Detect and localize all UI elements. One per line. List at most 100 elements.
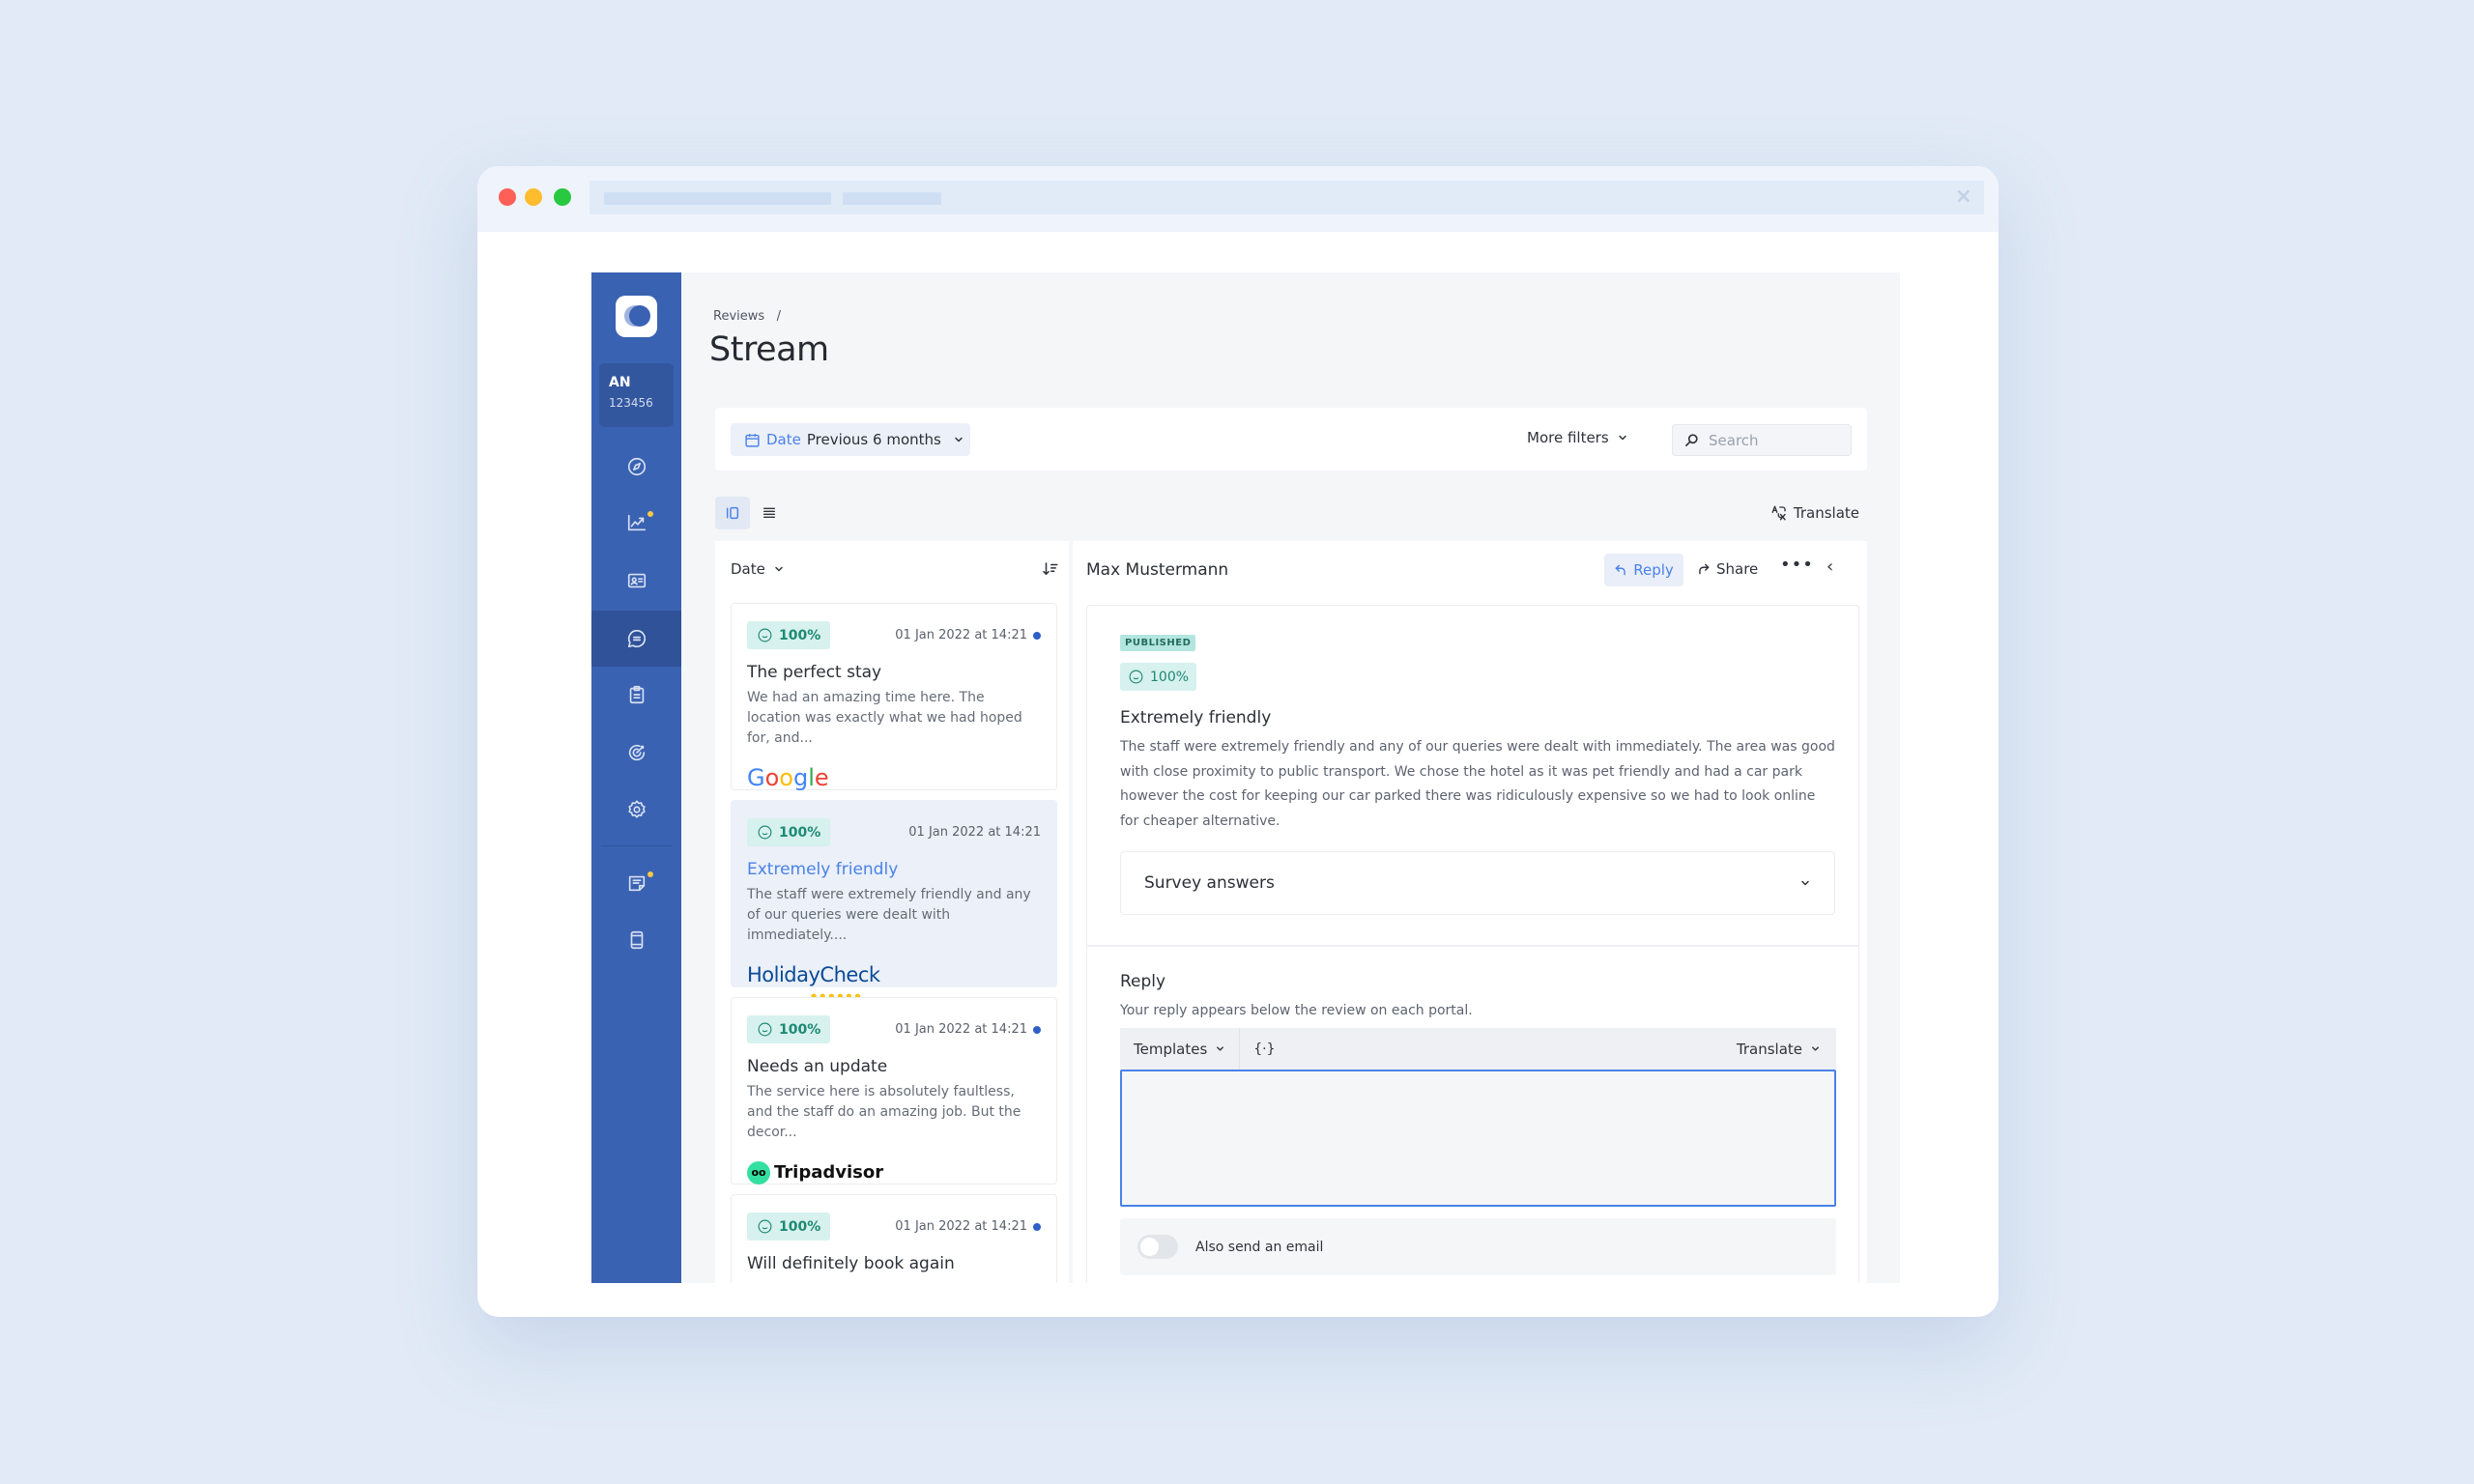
date-filter-value: Previous 6 months [806, 431, 941, 448]
search-input[interactable]: Search [1672, 424, 1852, 456]
sort-field-label: Date [731, 560, 765, 578]
account-switcher[interactable]: AN 123456 [599, 363, 674, 427]
sidebar-item-settings[interactable] [591, 782, 681, 838]
review-card[interactable]: 100% 01 Jan 2022 at 14:21 Will definitel… [731, 1194, 1057, 1283]
id-card-icon [627, 573, 646, 588]
account-initials: AN [609, 375, 631, 390]
reply-section-title: Reply [1120, 972, 1166, 991]
sidebar-item-notes[interactable] [591, 855, 681, 911]
clipboard-icon [629, 685, 644, 704]
reply-translate-label: Translate [1736, 1040, 1802, 1058]
review-list-panel: Date 100% 01 Jan 2022 at 14:21 The perfe… [715, 541, 1069, 1283]
review-excerpt: The staff were extremely friendly and an… [747, 887, 1031, 943]
source-logo-tripadvisor: oo Tripadvisor [747, 1158, 1041, 1187]
minimize-window-button[interactable] [525, 188, 542, 206]
translate-button[interactable]: Translate [1770, 504, 1859, 522]
reply-section-subtitle: Your reply appears below the review on e… [1120, 1003, 1473, 1018]
send-email-toggle[interactable] [1137, 1235, 1178, 1259]
reviewer-name: Max Mustermann [1086, 560, 1229, 580]
split-view-toggle[interactable] [715, 497, 750, 529]
review-date: 01 Jan 2022 at 14:21 [895, 1022, 1041, 1037]
share-arrow-icon [1699, 563, 1710, 575]
send-email-label: Also send an email [1195, 1239, 1324, 1255]
source-name: Tripadvisor [774, 1162, 884, 1183]
toggle-knob [1140, 1238, 1159, 1256]
close-tab-icon[interactable]: × [1955, 185, 1972, 210]
gear-icon [627, 800, 646, 818]
source-logo-google: Google [747, 764, 829, 791]
chevron-down-icon [1217, 1046, 1224, 1051]
review-date: 01 Jan 2022 at 14:21 [908, 825, 1041, 840]
review-title: Needs an update [747, 1057, 888, 1076]
notification-badge [647, 511, 653, 517]
breadcrumb-separator: / [776, 309, 781, 324]
smiley-icon [758, 825, 772, 840]
sidebar-item-explore[interactable] [591, 439, 681, 495]
tripadvisor-owl-icon: oo [747, 1161, 770, 1184]
split-view-icon [726, 506, 739, 520]
maximize-window-button[interactable] [554, 188, 571, 206]
notification-badge [647, 871, 653, 877]
more-options-button[interactable]: ••• [1780, 555, 1814, 575]
sidebar-item-reviews[interactable] [591, 611, 681, 667]
survey-answers-label: Survey answers [1144, 873, 1275, 893]
sort-field-dropdown[interactable]: Date [731, 560, 785, 578]
review-title: Will definitely book again [747, 1254, 955, 1273]
sentiment-score-badge: 100% [747, 621, 831, 649]
reply-translate-dropdown[interactable]: Translate [1737, 1041, 1836, 1058]
list-view-toggle[interactable] [752, 497, 787, 529]
reply-button[interactable]: Reply [1604, 554, 1683, 586]
account-id: 123456 [609, 396, 653, 410]
insert-variable-button[interactable]: {·} [1240, 1042, 1288, 1057]
collapse-panel-button[interactable]: ‹ [1827, 556, 1833, 577]
more-filters-button[interactable]: More filters [1527, 429, 1628, 446]
address-bar[interactable]: × [590, 181, 1984, 214]
breadcrumb-reviews-link[interactable]: Reviews [713, 309, 764, 324]
review-body: The staff were extremely friendly and an… [1120, 739, 1835, 829]
score-value: 100% [1150, 669, 1190, 685]
share-label: Share [1716, 560, 1759, 578]
source-logo-holidaycheck: HolidayCheck ●●●●●● [747, 963, 880, 1000]
score-value: 100% [779, 627, 821, 643]
unread-indicator [1033, 1025, 1041, 1034]
tablet-icon [630, 930, 643, 950]
templates-dropdown[interactable]: Templates [1120, 1028, 1241, 1070]
review-excerpt: The service here is absolutely faultless… [747, 1084, 1021, 1140]
sidebar-item-mobile[interactable] [591, 912, 681, 968]
score-value: 100% [779, 1021, 821, 1038]
translate-label: Translate [1793, 504, 1859, 522]
templates-label: Templates [1134, 1040, 1208, 1058]
smiley-icon [1129, 670, 1143, 684]
more-filters-label: More filters [1527, 429, 1609, 446]
window-chrome: × [477, 166, 1999, 232]
review-date: 01 Jan 2022 at 14:21 [895, 1219, 1041, 1234]
sidebar-divider [601, 845, 672, 846]
share-button[interactable]: Share [1697, 560, 1758, 578]
reply-textarea[interactable] [1120, 1070, 1836, 1207]
sidebar: AN 123456 [591, 272, 681, 1283]
app-logo[interactable] [616, 296, 657, 337]
reply-arrow-icon [1615, 564, 1626, 576]
smiley-icon [758, 1022, 772, 1037]
review-card[interactable]: 100% 01 Jan 2022 at 14:21 Needs an updat… [731, 997, 1057, 1184]
review-title: The perfect stay [747, 663, 882, 682]
sort-direction-button[interactable] [1042, 560, 1059, 582]
sidebar-item-surveys[interactable] [591, 667, 681, 723]
review-card[interactable]: 100% 01 Jan 2022 at 14:21 The perfect st… [731, 603, 1057, 791]
review-excerpt: We had an amazing time here. The locatio… [747, 690, 1022, 746]
smiley-icon [758, 1219, 772, 1234]
review-detail-panel: Max Mustermann Reply Share ••• ‹ PUBLISH… [1073, 541, 1867, 1283]
date-filter-button[interactable]: Date Previous 6 months [731, 423, 970, 456]
breadcrumb: Reviews / [713, 309, 781, 324]
sidebar-item-analytics[interactable] [591, 495, 681, 551]
unread-indicator [1033, 1222, 1041, 1231]
survey-answers-accordion[interactable]: Survey answers [1120, 851, 1835, 915]
note-icon [628, 875, 645, 892]
sidebar-item-listings[interactable] [591, 553, 681, 609]
sidebar-item-goals[interactable] [591, 725, 681, 781]
date-text: 01 Jan 2022 at 14:21 [895, 1219, 1027, 1234]
chevron-down-icon [955, 437, 963, 442]
close-window-button[interactable] [499, 188, 516, 206]
review-card-selected[interactable]: 100% 01 Jan 2022 at 14:21 Extremely frie… [731, 800, 1057, 1000]
chevron-down-icon [775, 566, 783, 572]
